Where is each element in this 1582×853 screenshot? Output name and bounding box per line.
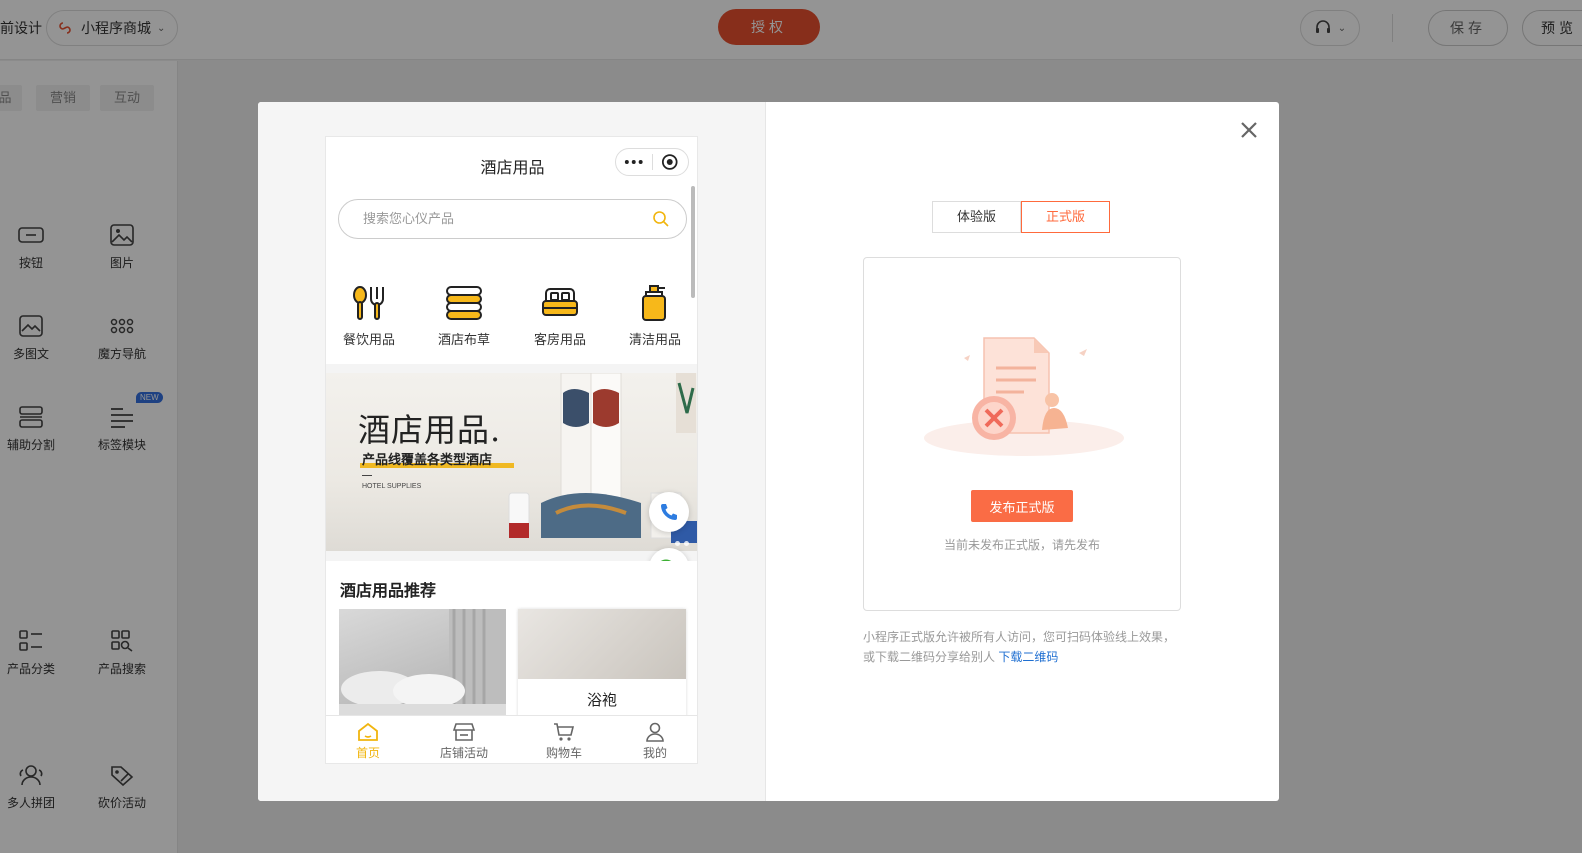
preview-scrollbar[interactable] bbox=[691, 186, 695, 298]
phone-header: 酒店用品 bbox=[326, 137, 697, 189]
publish-release-button[interactable]: 发布正式版 bbox=[971, 490, 1073, 522]
phone-call-button[interactable] bbox=[649, 492, 689, 532]
tab-mine[interactable]: 我的 bbox=[620, 722, 690, 761]
publish-dialog: 酒店用品 搜索您心仪产品 餐饮用品 酒店布草 客房用品 清洁用品 酒店用品. 产… bbox=[258, 102, 1279, 801]
search-placeholder: 搜索您心仪产品 bbox=[363, 211, 455, 226]
search-bar-area: 搜索您心仪产品 bbox=[326, 189, 697, 259]
home-icon bbox=[358, 722, 378, 741]
tab-home[interactable]: 首页 bbox=[333, 722, 403, 761]
modal-overlay[interactable]: 酒店用品 搜索您心仪产品 餐饮用品 酒店布草 客房用品 清洁用品 酒店用品. 产… bbox=[0, 0, 1582, 853]
banner-dash bbox=[362, 475, 372, 476]
category-item[interactable]: 客房用品 bbox=[520, 283, 600, 348]
category-label: 餐饮用品 bbox=[342, 332, 395, 347]
tab-release-version[interactable]: 正式版 bbox=[1021, 201, 1110, 233]
category-label: 酒店布草 bbox=[437, 332, 490, 347]
category-item[interactable]: 清洁用品 bbox=[615, 283, 695, 348]
unpublished-illustration bbox=[924, 337, 1124, 456]
qr-code-panel: 发布正式版 当前未发布正式版，请先发布 bbox=[863, 257, 1181, 611]
close-icon[interactable] bbox=[1237, 118, 1261, 142]
category-label: 客房用品 bbox=[533, 332, 586, 347]
close-target-icon[interactable] bbox=[652, 149, 688, 175]
banner-subtitle: 产品线覆盖各类型酒店 bbox=[362, 452, 493, 467]
version-tabs: 体验版 正式版 bbox=[932, 201, 1111, 233]
tab-label: 首页 bbox=[355, 746, 380, 760]
phone-tab-bar: 首页 店铺活动 购物车 我的 bbox=[326, 715, 697, 763]
pillows-image bbox=[339, 609, 506, 724]
product-card[interactable] bbox=[339, 609, 506, 724]
banner-pagination bbox=[675, 541, 689, 546]
more-icon[interactable] bbox=[616, 149, 652, 175]
shop-icon bbox=[453, 723, 475, 741]
phone-preview: 酒店用品 搜索您心仪产品 餐饮用品 酒店布草 客房用品 清洁用品 酒店用品. 产… bbox=[325, 136, 698, 764]
miniprogram-capsule[interactable] bbox=[615, 148, 689, 176]
recommend-section: 酒店用品推荐 浴袍 bbox=[326, 561, 697, 724]
cleaning-icon bbox=[642, 285, 666, 321]
tab-label: 我的 bbox=[642, 746, 667, 760]
release-description: 小程序正式版允许被所有人访问，您可扫码体验线上效果，或下载二维码分享给别人 下载… bbox=[863, 627, 1183, 667]
room-icon bbox=[542, 288, 578, 316]
search-input[interactable]: 搜索您心仪产品 bbox=[338, 199, 687, 239]
product-card[interactable]: 浴袍 bbox=[518, 609, 686, 724]
download-qr-link[interactable]: 下载二维码 bbox=[998, 650, 1058, 664]
tab-label: 购物车 bbox=[545, 746, 582, 760]
tab-shop-activity[interactable]: 店铺活动 bbox=[429, 722, 499, 761]
publish-status-hint: 当前未发布正式版，请先发布 bbox=[943, 538, 1100, 552]
category-item[interactable]: 酒店布草 bbox=[424, 283, 504, 348]
search-icon bbox=[653, 211, 669, 227]
category-nav: 餐饮用品 酒店布草 客房用品 清洁用品 bbox=[326, 259, 697, 364]
banner-title: 酒店用品. bbox=[358, 411, 502, 449]
bathrobe-image bbox=[518, 609, 686, 679]
category-label: 清洁用品 bbox=[628, 332, 681, 347]
promo-banner[interactable]: 酒店用品. 产品线覆盖各类型酒店 HOTEL SUPPLIES bbox=[326, 373, 697, 551]
phone-icon bbox=[661, 504, 677, 520]
banner-english: HOTEL SUPPLIES bbox=[362, 483, 422, 490]
tab-trial-version[interactable]: 体验版 bbox=[932, 201, 1021, 233]
category-item[interactable]: 餐饮用品 bbox=[329, 283, 409, 348]
preview-panel: 酒店用品 搜索您心仪产品 餐饮用品 酒店布草 客房用品 清洁用品 酒店用品. 产… bbox=[258, 102, 766, 801]
tab-label: 店铺活动 bbox=[439, 746, 488, 760]
linen-icon bbox=[446, 286, 482, 320]
cart-icon bbox=[554, 723, 575, 741]
tab-cart[interactable]: 购物车 bbox=[529, 722, 599, 761]
user-icon bbox=[646, 722, 664, 742]
dining-icon bbox=[353, 286, 384, 320]
product-name: 浴袍 bbox=[586, 692, 617, 709]
recommend-title: 酒店用品推荐 bbox=[340, 583, 437, 600]
